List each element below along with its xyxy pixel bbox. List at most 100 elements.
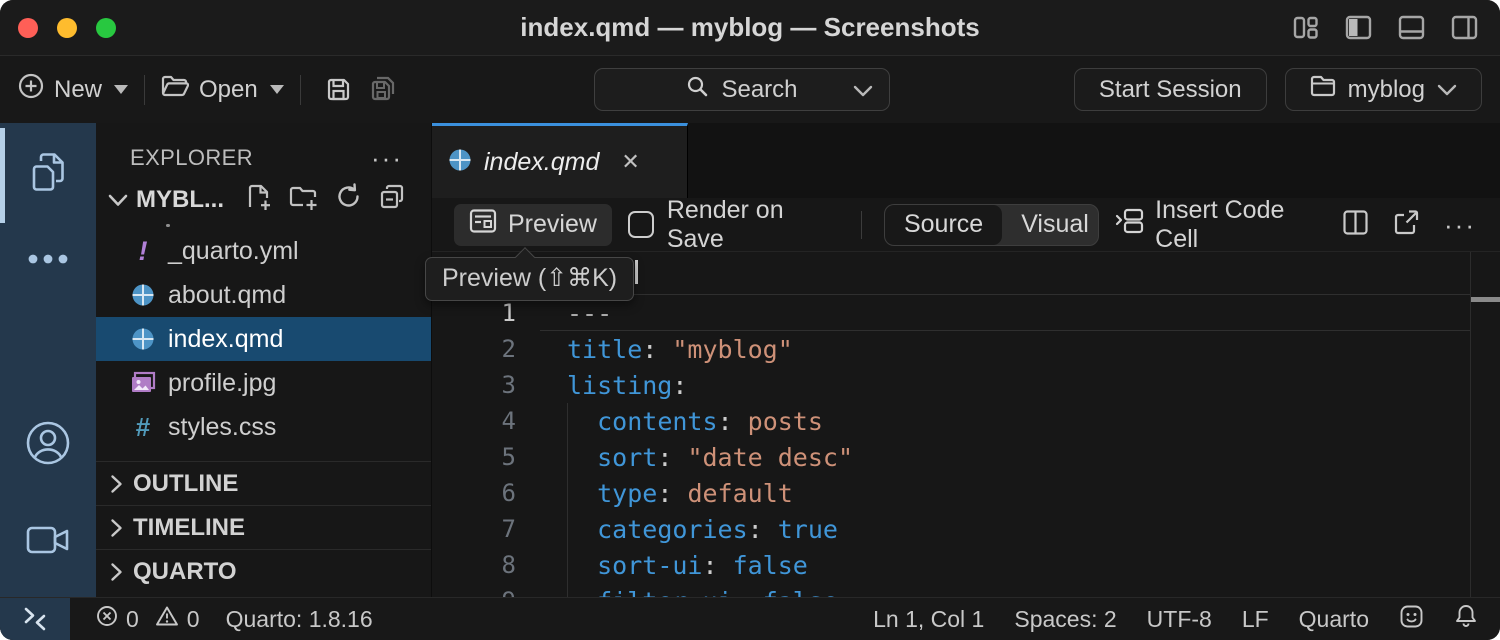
sidebar-sections: OUTLINETIMELINEQUARTO <box>96 461 431 593</box>
remote-indicator[interactable] <box>0 598 70 640</box>
editor-mode-toggle: Source Visual <box>884 204 1099 246</box>
preview-tooltip-text: Preview (⇧⌘K) <box>442 264 617 292</box>
code-line-3: 3listing: <box>432 367 1500 403</box>
collapse-all-icon[interactable] <box>378 183 406 218</box>
file-name: styles.css <box>168 413 276 442</box>
tab-strip: index.qmd ✕ <box>432 123 1500 198</box>
workspace-section-header[interactable]: MYBL... <box>96 177 431 223</box>
file-row-styles-css[interactable]: #styles.css <box>96 405 431 449</box>
indentation-status[interactable]: Spaces: 2 <box>1014 606 1116 633</box>
toggle-left-sidebar-icon[interactable] <box>1345 14 1372 41</box>
traffic-lights <box>0 18 116 38</box>
cursor-position-status[interactable]: Ln 1, Col 1 <box>873 606 984 633</box>
sidebar-section-timeline[interactable]: TIMELINE <box>96 505 431 549</box>
quarto-version-status[interactable]: Quarto: 1.8.16 <box>226 606 373 633</box>
window-title: index.qmd — myblog — Screenshots <box>0 12 1500 43</box>
line-number: 3 <box>432 371 516 399</box>
new-button[interactable]: New <box>18 73 128 106</box>
save-all-button[interactable] <box>368 75 397 104</box>
title-bar: index.qmd — myblog — Screenshots <box>0 0 1500 56</box>
explorer-more-actions-icon[interactable]: ··· <box>371 153 403 163</box>
insert-code-cell-button[interactable]: Insert Code Cell <box>1115 196 1318 254</box>
insert-code-cell-icon <box>1115 207 1145 242</box>
app-window: index.qmd — myblog — Screenshots New <box>0 0 1500 640</box>
tab-index-qmd[interactable]: index.qmd ✕ <box>432 123 688 198</box>
eol-status[interactable]: LF <box>1242 606 1269 633</box>
scrolled-item-sliver <box>96 223 431 229</box>
warning-count: 0 <box>187 606 200 633</box>
code-lines: 1---2title: "myblog"3listing:4 contents:… <box>432 295 1500 597</box>
workspace-section-label: MYBL... <box>136 186 224 214</box>
chevron-right-icon <box>110 562 123 582</box>
project-selector-button[interactable]: myblog <box>1285 68 1482 111</box>
file-name: index.qmd <box>168 325 283 354</box>
encoding-status[interactable]: UTF-8 <box>1147 606 1212 633</box>
mode-visual-button[interactable]: Visual <box>1002 205 1099 245</box>
quarto-icon <box>130 325 156 353</box>
notifications-bell-icon[interactable] <box>1454 603 1478 635</box>
start-session-label: Start Session <box>1099 76 1242 104</box>
new-file-icon[interactable] <box>246 183 273 218</box>
open-in-new-window-icon[interactable] <box>1393 209 1420 241</box>
more-views-icon[interactable] <box>26 252 70 270</box>
toggle-right-sidebar-icon[interactable] <box>1451 14 1478 41</box>
close-tab-icon[interactable]: ✕ <box>621 149 639 175</box>
chevron-down-icon <box>114 85 128 94</box>
chevron-down-icon <box>270 85 284 94</box>
search-input[interactable]: Search <box>594 68 890 111</box>
remote-icon <box>22 606 48 632</box>
file-row-about-qmd[interactable]: about.qmd <box>96 273 431 317</box>
line-number: 5 <box>432 443 516 471</box>
line-number: 2 <box>432 335 516 363</box>
toolbar-separator <box>300 75 301 105</box>
line-number: 4 <box>432 407 516 435</box>
yaml-icon: ! <box>130 237 156 265</box>
sidebar-section-quarto[interactable]: QUARTO <box>96 549 431 593</box>
file-row--quarto-yml[interactable]: !_quarto.yml <box>96 229 431 273</box>
quarto-file-icon <box>448 148 472 177</box>
start-session-button[interactable]: Start Session <box>1074 68 1267 111</box>
customize-layout-icon[interactable] <box>1292 14 1319 41</box>
close-window-button[interactable] <box>18 18 38 38</box>
split-editor-icon[interactable] <box>1342 209 1369 241</box>
open-button[interactable]: Open <box>161 73 284 106</box>
actionbar-separator <box>861 211 862 239</box>
checkbox-icon <box>628 211 654 238</box>
file-row-profile-jpg[interactable]: profile.jpg <box>96 361 431 405</box>
render-on-save-toggle[interactable]: Render on Save <box>628 196 839 254</box>
editor-more-actions-icon[interactable]: ··· <box>1444 220 1476 230</box>
code-line-8: 8 sort-ui: false <box>432 547 1500 583</box>
overview-ruler-divider <box>1470 252 1471 597</box>
code-line-4: 4 contents: posts <box>432 403 1500 439</box>
preview-tooltip: Preview (⇧⌘K) <box>425 257 634 301</box>
maximize-window-button[interactable] <box>96 18 116 38</box>
problems-status[interactable]: 0 0 <box>96 605 200 633</box>
video-camera-icon[interactable] <box>26 524 70 561</box>
code-editor[interactable]: 1---2title: "myblog"3listing:4 contents:… <box>432 252 1500 597</box>
refresh-icon[interactable] <box>335 183 362 217</box>
preview-button[interactable]: Preview <box>454 204 612 246</box>
search-placeholder: Search <box>721 76 797 104</box>
chevron-right-icon <box>110 474 123 494</box>
tab-label: index.qmd <box>484 148 599 177</box>
mode-source-button[interactable]: Source <box>885 205 1002 245</box>
chevron-down-icon <box>1437 84 1457 96</box>
sidebar-section-outline[interactable]: OUTLINE <box>96 461 431 505</box>
chevron-right-icon <box>110 518 123 538</box>
account-icon[interactable] <box>24 419 72 472</box>
code-line-7: 7 categories: true <box>432 511 1500 547</box>
explorer-icon[interactable] <box>25 149 71 200</box>
toggle-bottom-panel-icon[interactable] <box>1398 14 1425 41</box>
status-bar: 0 0 Quarto: 1.8.16 Ln 1, Col 1 Spaces: 2… <box>0 597 1500 640</box>
project-label: myblog <box>1348 76 1425 104</box>
text-cursor <box>635 260 638 284</box>
file-row-index-qmd[interactable]: index.qmd <box>96 317 431 361</box>
feedback-smiley-icon[interactable] <box>1399 604 1424 635</box>
minimize-window-button[interactable] <box>57 18 77 38</box>
language-mode-status[interactable]: Quarto <box>1299 606 1369 633</box>
save-button[interactable] <box>325 76 352 103</box>
error-icon <box>96 605 118 633</box>
new-folder-icon[interactable] <box>289 183 319 218</box>
preview-icon <box>469 208 497 241</box>
file-name: profile.jpg <box>168 369 276 398</box>
